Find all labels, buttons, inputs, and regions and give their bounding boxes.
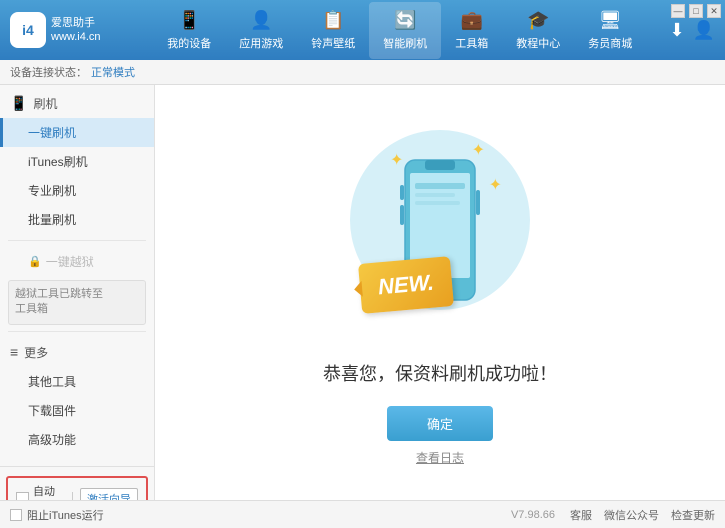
sidebar-header-jailbreak: 🔒 一键越狱 bbox=[0, 247, 154, 276]
my-device-icon: 📱 bbox=[178, 10, 200, 31]
main-layout: 📱 刷机 一键刷机 iTunes刷机 专业刷机 批量刷机 🔒 一键越狱 越狱工具… bbox=[0, 85, 725, 500]
auto-activate-checkbox[interactable] bbox=[16, 492, 29, 500]
sidebar-divider-1 bbox=[8, 240, 146, 241]
lock-icon: 🔒 bbox=[28, 255, 42, 268]
apps-icon: 👤 bbox=[250, 10, 272, 31]
status-links: 客服 微信公众号 检查更新 bbox=[570, 507, 715, 523]
itunes-checkbox[interactable] bbox=[10, 509, 22, 521]
minimize-button[interactable]: — bbox=[671, 4, 685, 18]
nav-ringtones[interactable]: 📋 铃声壁纸 bbox=[297, 2, 369, 59]
sidebar-item-pro[interactable]: 专业刷机 bbox=[0, 176, 154, 205]
sparkle-icon-3: ✦ bbox=[489, 175, 502, 195]
sidebar-item-download-firmware[interactable]: 下载固件 bbox=[0, 396, 154, 425]
sidebar-jailbreak-notice: 越狱工具已跳转至工具箱 bbox=[8, 280, 146, 325]
new-badge: NEW. bbox=[358, 256, 454, 314]
sidebar: 📱 刷机 一键刷机 iTunes刷机 专业刷机 批量刷机 🔒 一键越狱 越狱工具… bbox=[0, 85, 155, 500]
guide-button[interactable]: 激活向导 bbox=[80, 488, 138, 500]
window-controls: — □ ✕ bbox=[671, 4, 721, 18]
sidebar-item-other-tools[interactable]: 其他工具 bbox=[0, 367, 154, 396]
nav-tools[interactable]: 💼 工具箱 bbox=[441, 2, 502, 59]
nav-shop[interactable]: 🖥 务员商城 bbox=[574, 2, 646, 59]
sidebar-section-more: ≡ 更多 其他工具 下载固件 高级功能 bbox=[0, 338, 154, 454]
status-link-wechat[interactable]: 微信公众号 bbox=[604, 507, 659, 523]
status-link-update[interactable]: 检查更新 bbox=[671, 507, 715, 523]
shop-icon: 🖥 bbox=[599, 10, 622, 31]
sidebar-divider-2 bbox=[8, 331, 146, 332]
flash-icon: 🔄 bbox=[394, 10, 416, 31]
logo-icon: i4 bbox=[10, 12, 46, 48]
nav-bar: 📱 我的设备 👤 应用游戏 📋 铃声壁纸 🔄 智能刷机 💼 工具箱 🎓 教程中心… bbox=[130, 2, 669, 59]
sidebar-item-advanced[interactable]: 高级功能 bbox=[0, 425, 154, 454]
status-bar: 阻止iTunes运行 V7.98.66 客服 微信公众号 检查更新 bbox=[0, 500, 725, 528]
status-link-support[interactable]: 客服 bbox=[570, 507, 592, 523]
close-button[interactable]: ✕ bbox=[707, 4, 721, 18]
logo-text: 爱思助手 www.i4.cn bbox=[51, 16, 101, 45]
sidebar-header-flash: 📱 刷机 bbox=[0, 89, 154, 118]
more-section-icon: ≡ bbox=[10, 344, 18, 360]
phone-illustration: ✦ ✦ ✦ NEW. bbox=[340, 120, 540, 340]
confirm-button[interactable]: 确定 bbox=[387, 406, 493, 441]
version-label: V7.98.66 bbox=[511, 509, 555, 521]
user-icon[interactable]: 👤 bbox=[693, 20, 715, 41]
sidebar-section-flash: 📱 刷机 一键刷机 iTunes刷机 专业刷机 批量刷机 bbox=[0, 89, 154, 234]
content-area: ✦ ✦ ✦ NEW. bbox=[155, 85, 725, 500]
sidebar-section-jailbreak: 🔒 一键越狱 越狱工具已跳转至工具箱 bbox=[0, 247, 154, 325]
nav-apps[interactable]: 👤 应用游戏 bbox=[225, 2, 297, 59]
download-icon[interactable]: ⬇ bbox=[669, 20, 684, 41]
topbar-right: ⬇ 👤 bbox=[669, 20, 715, 41]
sidebar-item-onekey[interactable]: 一键刷机 bbox=[0, 118, 154, 147]
nav-my-device[interactable]: 📱 我的设备 bbox=[153, 2, 225, 59]
auto-activate-section: 自动激活 激活向导 bbox=[6, 476, 148, 500]
log-link[interactable]: 查看日志 bbox=[416, 449, 464, 466]
sidebar-header-more: ≡ 更多 bbox=[0, 338, 154, 367]
logo: i4 爱思助手 www.i4.cn bbox=[10, 12, 130, 48]
tools-icon: 💼 bbox=[461, 10, 483, 31]
sidebar-item-batch[interactable]: 批量刷机 bbox=[0, 205, 154, 234]
flash-section-icon: 📱 bbox=[10, 95, 27, 112]
nav-flash[interactable]: 🔄 智能刷机 bbox=[369, 2, 441, 59]
sidebar-item-itunes[interactable]: iTunes刷机 bbox=[0, 147, 154, 176]
tutorials-icon: 🎓 bbox=[527, 10, 549, 31]
topbar: i4 爱思助手 www.i4.cn 📱 我的设备 👤 应用游戏 📋 铃声壁纸 🔄… bbox=[0, 0, 725, 60]
maximize-button[interactable]: □ bbox=[689, 4, 703, 18]
breadcrumb: 设备连接状态： 正常模式 bbox=[0, 60, 725, 85]
ringtones-icon: 📋 bbox=[322, 10, 344, 31]
success-message: 恭喜您，保资料刷机成功啦！ bbox=[323, 360, 557, 386]
nav-tutorials[interactable]: 🎓 教程中心 bbox=[502, 2, 574, 59]
